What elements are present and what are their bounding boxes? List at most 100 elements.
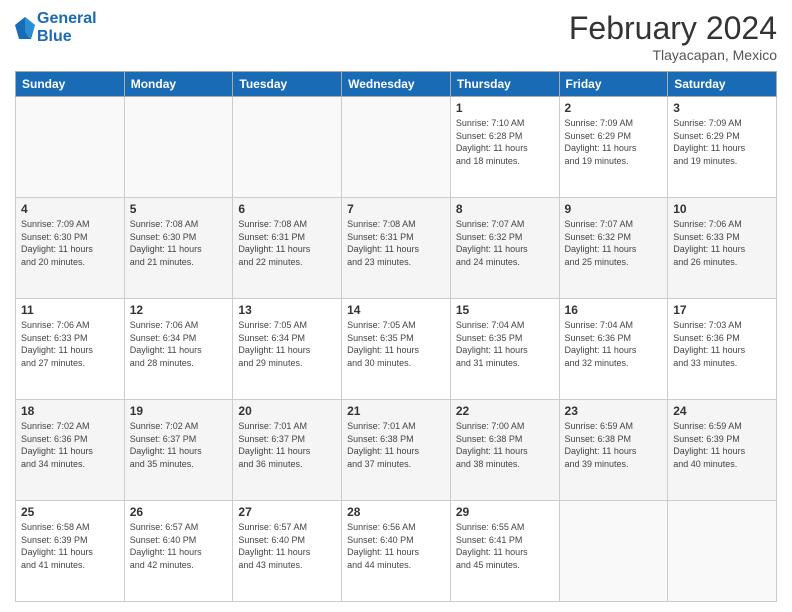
day-number: 13: [238, 303, 336, 317]
day-number: 28: [347, 505, 445, 519]
day-info: Sunrise: 7:09 AM Sunset: 6:29 PM Dayligh…: [673, 117, 771, 167]
calendar-cell: 14 Sunrise: 7:05 AM Sunset: 6:35 PM Dayli…: [342, 299, 451, 400]
day-number: 1: [456, 101, 554, 115]
day-number: 18: [21, 404, 119, 418]
day-header: Thursday: [450, 72, 559, 97]
day-header: Friday: [559, 72, 668, 97]
day-info: Sunrise: 7:08 AM Sunset: 6:31 PM Dayligh…: [347, 218, 445, 268]
day-info: Sunrise: 7:00 AM Sunset: 6:38 PM Dayligh…: [456, 420, 554, 470]
day-info: Sunrise: 7:08 AM Sunset: 6:31 PM Dayligh…: [238, 218, 336, 268]
calendar-cell: [668, 501, 777, 602]
day-number: 12: [130, 303, 228, 317]
day-info: Sunrise: 7:02 AM Sunset: 6:37 PM Dayligh…: [130, 420, 228, 470]
calendar-cell: 22 Sunrise: 7:00 AM Sunset: 6:38 PM Dayli…: [450, 400, 559, 501]
day-number: 14: [347, 303, 445, 317]
day-info: Sunrise: 7:08 AM Sunset: 6:30 PM Dayligh…: [130, 218, 228, 268]
calendar-cell: 8 Sunrise: 7:07 AM Sunset: 6:32 PM Daylig…: [450, 198, 559, 299]
day-info: Sunrise: 7:06 AM Sunset: 6:33 PM Dayligh…: [673, 218, 771, 268]
calendar-cell: 28 Sunrise: 6:56 AM Sunset: 6:40 PM Dayli…: [342, 501, 451, 602]
day-info: Sunrise: 7:01 AM Sunset: 6:38 PM Dayligh…: [347, 420, 445, 470]
day-number: 26: [130, 505, 228, 519]
calendar-cell: [342, 97, 451, 198]
calendar-cell: 26 Sunrise: 6:57 AM Sunset: 6:40 PM Dayli…: [124, 501, 233, 602]
calendar-cell: 2Sunrise: 7:09 AM Sunset: 6:29 PM Daylig…: [559, 97, 668, 198]
calendar-cell: 5 Sunrise: 7:08 AM Sunset: 6:30 PM Daylig…: [124, 198, 233, 299]
day-number: 4: [21, 202, 119, 216]
day-info: Sunrise: 6:57 AM Sunset: 6:40 PM Dayligh…: [238, 521, 336, 571]
day-info: Sunrise: 7:04 AM Sunset: 6:36 PM Dayligh…: [565, 319, 663, 369]
day-header: Monday: [124, 72, 233, 97]
day-info: Sunrise: 7:05 AM Sunset: 6:35 PM Dayligh…: [347, 319, 445, 369]
calendar-cell: 18 Sunrise: 7:02 AM Sunset: 6:36 PM Dayli…: [16, 400, 125, 501]
day-info: Sunrise: 7:06 AM Sunset: 6:34 PM Dayligh…: [130, 319, 228, 369]
day-number: 10: [673, 202, 771, 216]
day-info: Sunrise: 7:06 AM Sunset: 6:33 PM Dayligh…: [21, 319, 119, 369]
day-info: Sunrise: 6:59 AM Sunset: 6:38 PM Dayligh…: [565, 420, 663, 470]
day-number: 5: [130, 202, 228, 216]
day-number: 27: [238, 505, 336, 519]
day-info: Sunrise: 7:07 AM Sunset: 6:32 PM Dayligh…: [565, 218, 663, 268]
day-info: Sunrise: 6:57 AM Sunset: 6:40 PM Dayligh…: [130, 521, 228, 571]
day-info: Sunrise: 7:02 AM Sunset: 6:36 PM Dayligh…: [21, 420, 119, 470]
calendar-cell: [16, 97, 125, 198]
day-info: Sunrise: 7:01 AM Sunset: 6:37 PM Dayligh…: [238, 420, 336, 470]
day-number: 6: [238, 202, 336, 216]
main-title: February 2024: [569, 10, 777, 47]
calendar-cell: 23 Sunrise: 6:59 AM Sunset: 6:38 PM Dayli…: [559, 400, 668, 501]
day-number: 15: [456, 303, 554, 317]
day-header: Wednesday: [342, 72, 451, 97]
calendar-cell: [233, 97, 342, 198]
calendar-cell: 11 Sunrise: 7:06 AM Sunset: 6:33 PM Dayli…: [16, 299, 125, 400]
calendar-cell: [124, 97, 233, 198]
calendar-cell: 3Sunrise: 7:09 AM Sunset: 6:29 PM Daylig…: [668, 97, 777, 198]
calendar-cell: 6 Sunrise: 7:08 AM Sunset: 6:31 PM Daylig…: [233, 198, 342, 299]
day-number: 17: [673, 303, 771, 317]
calendar-cell: 19 Sunrise: 7:02 AM Sunset: 6:37 PM Dayli…: [124, 400, 233, 501]
page: General Blue February 2024 Tlayacapan, M…: [0, 0, 792, 612]
day-number: 2: [565, 101, 663, 115]
day-info: Sunrise: 7:09 AM Sunset: 6:30 PM Dayligh…: [21, 218, 119, 268]
day-info: Sunrise: 6:59 AM Sunset: 6:39 PM Dayligh…: [673, 420, 771, 470]
day-header: Saturday: [668, 72, 777, 97]
calendar-cell: 24 Sunrise: 6:59 AM Sunset: 6:39 PM Dayli…: [668, 400, 777, 501]
calendar-cell: 21 Sunrise: 7:01 AM Sunset: 6:38 PM Dayli…: [342, 400, 451, 501]
day-number: 9: [565, 202, 663, 216]
calendar-cell: 27 Sunrise: 6:57 AM Sunset: 6:40 PM Dayli…: [233, 501, 342, 602]
calendar-cell: 10 Sunrise: 7:06 AM Sunset: 6:33 PM Dayli…: [668, 198, 777, 299]
calendar-cell: 9 Sunrise: 7:07 AM Sunset: 6:32 PM Daylig…: [559, 198, 668, 299]
calendar-cell: 7Sunrise: 7:08 AM Sunset: 6:31 PM Daylig…: [342, 198, 451, 299]
day-number: 22: [456, 404, 554, 418]
calendar-cell: 4 Sunrise: 7:09 AM Sunset: 6:30 PM Daylig…: [16, 198, 125, 299]
day-number: 20: [238, 404, 336, 418]
day-info: Sunrise: 7:04 AM Sunset: 6:35 PM Dayligh…: [456, 319, 554, 369]
day-header: Tuesday: [233, 72, 342, 97]
header: General Blue February 2024 Tlayacapan, M…: [15, 10, 777, 63]
day-number: 19: [130, 404, 228, 418]
day-number: 16: [565, 303, 663, 317]
day-number: 29: [456, 505, 554, 519]
calendar-cell: 1 Sunrise: 7:10 AM Sunset: 6:28 PM Daylig…: [450, 97, 559, 198]
day-number: 25: [21, 505, 119, 519]
day-info: Sunrise: 7:07 AM Sunset: 6:32 PM Dayligh…: [456, 218, 554, 268]
calendar-cell: 20 Sunrise: 7:01 AM Sunset: 6:37 PM Dayli…: [233, 400, 342, 501]
calendar-cell: 25 Sunrise: 6:58 AM Sunset: 6:39 PM Dayli…: [16, 501, 125, 602]
calendar-cell: 16 Sunrise: 7:04 AM Sunset: 6:36 PM Dayli…: [559, 299, 668, 400]
calendar-cell: 15 Sunrise: 7:04 AM Sunset: 6:35 PM Dayli…: [450, 299, 559, 400]
day-number: 8: [456, 202, 554, 216]
day-number: 11: [21, 303, 119, 317]
day-info: Sunrise: 6:56 AM Sunset: 6:40 PM Dayligh…: [347, 521, 445, 571]
calendar-table: SundayMondayTuesdayWednesdayThursdayFrid…: [15, 71, 777, 602]
day-info: Sunrise: 6:58 AM Sunset: 6:39 PM Dayligh…: [21, 521, 119, 571]
calendar-cell: [559, 501, 668, 602]
day-number: 24: [673, 404, 771, 418]
day-number: 21: [347, 404, 445, 418]
logo-text: General Blue: [37, 10, 97, 45]
day-info: Sunrise: 7:10 AM Sunset: 6:28 PM Dayligh…: [456, 117, 554, 167]
title-block: February 2024 Tlayacapan, Mexico: [569, 10, 777, 63]
calendar-cell: 13Sunrise: 7:05 AM Sunset: 6:34 PM Dayli…: [233, 299, 342, 400]
day-info: Sunrise: 6:55 AM Sunset: 6:41 PM Dayligh…: [456, 521, 554, 571]
day-number: 23: [565, 404, 663, 418]
calendar-cell: 29 Sunrise: 6:55 AM Sunset: 6:41 PM Dayli…: [450, 501, 559, 602]
day-info: Sunrise: 7:03 AM Sunset: 6:36 PM Dayligh…: [673, 319, 771, 369]
calendar-cell: 12 Sunrise: 7:06 AM Sunset: 6:34 PM Dayli…: [124, 299, 233, 400]
